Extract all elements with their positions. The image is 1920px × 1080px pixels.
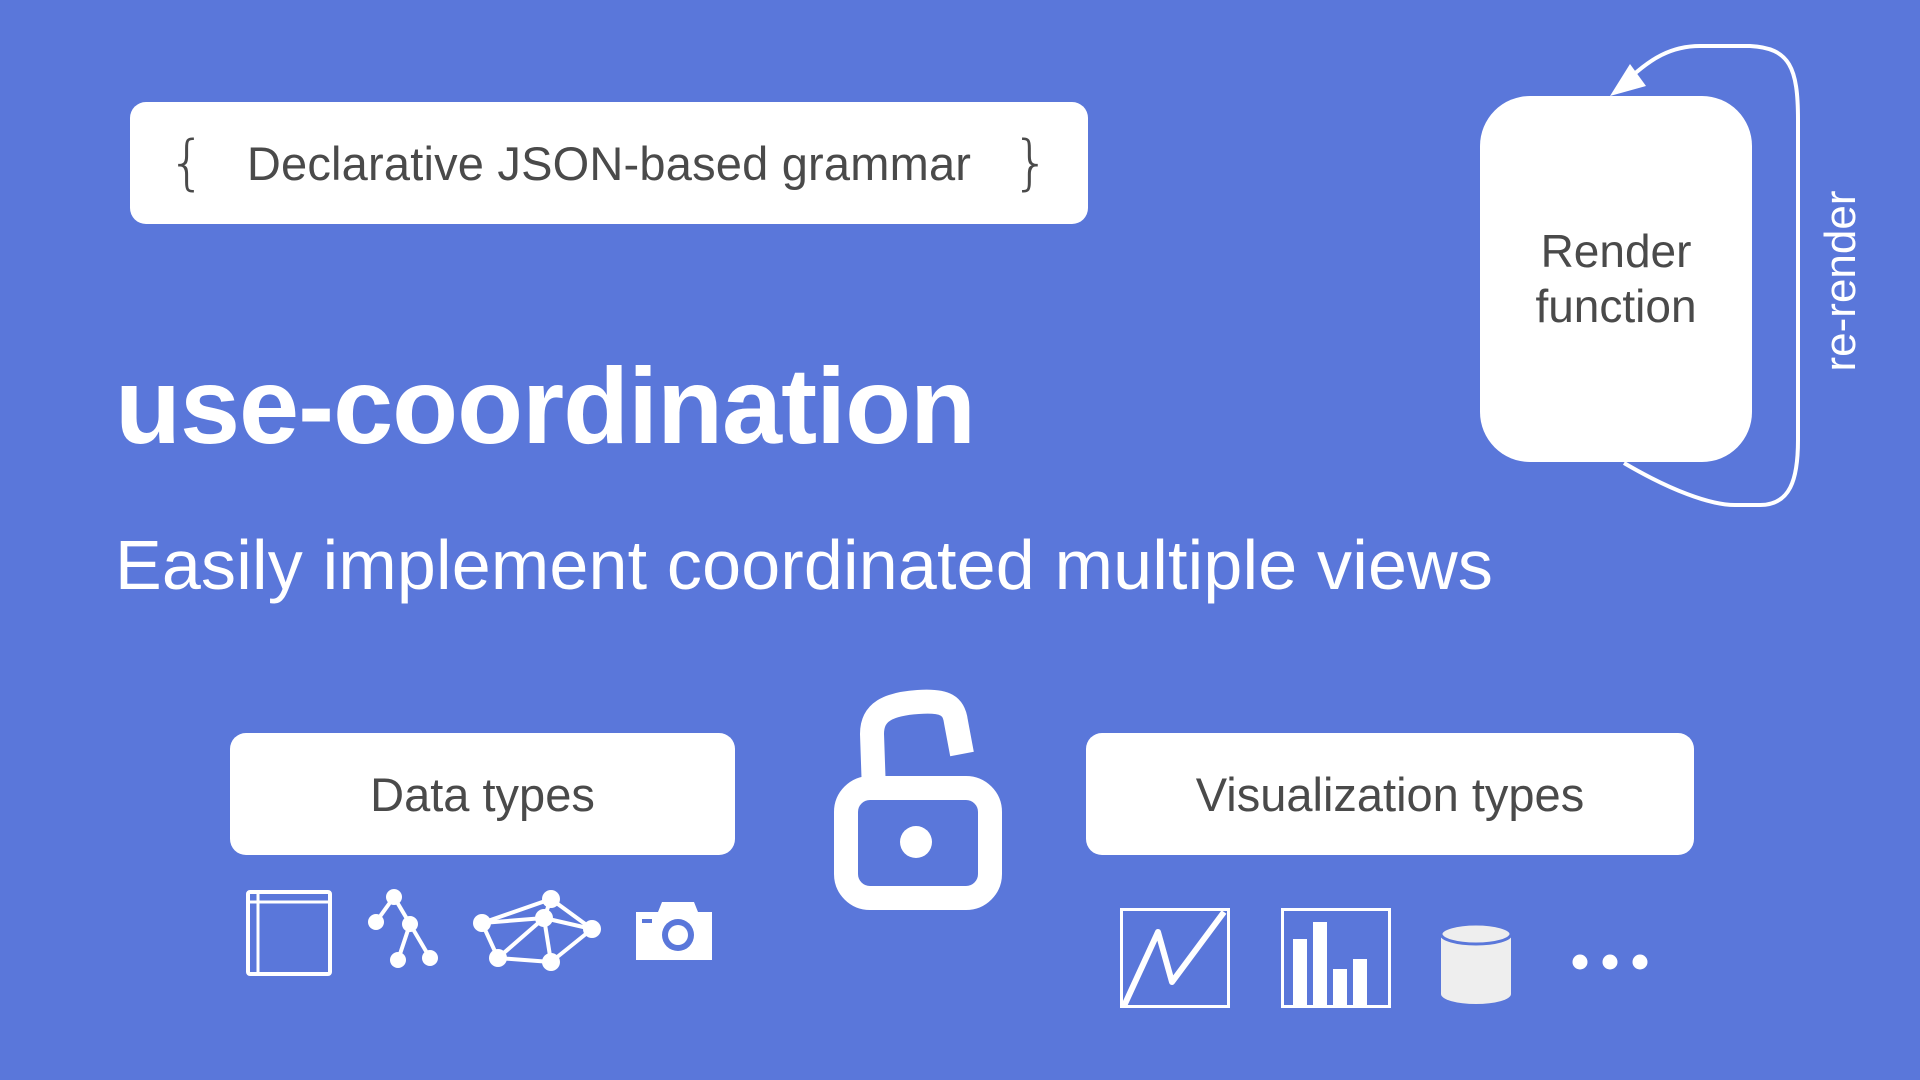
visualization-types-card: Visualization types bbox=[1086, 733, 1694, 855]
cylinder-3d-icon bbox=[1439, 922, 1513, 1004]
tree-icon bbox=[368, 889, 438, 968]
line-chart-icon bbox=[1120, 908, 1230, 1008]
graph-network-icon bbox=[473, 890, 601, 971]
bar-2 bbox=[1313, 922, 1327, 1007]
ellipsis-icon bbox=[1572, 954, 1648, 970]
render-function-label-line1: Render bbox=[1540, 224, 1692, 277]
data-types-label: Data types bbox=[370, 767, 595, 821]
bar-chart-icon bbox=[1281, 908, 1391, 1008]
json-grammar-label: Declarative JSON-based grammar bbox=[246, 136, 972, 190]
open-brace: { bbox=[168, 128, 207, 198]
render-function-label-line2: function bbox=[1535, 280, 1697, 332]
bar-1 bbox=[1293, 939, 1307, 1007]
page-subtitle: Easily implement coordinated multiple vi… bbox=[115, 526, 1494, 604]
bar-3 bbox=[1333, 969, 1347, 1007]
camera-image-icon bbox=[636, 902, 712, 960]
padlock-keyhole bbox=[900, 826, 932, 858]
bar-4 bbox=[1353, 959, 1367, 1007]
json-grammar-card: { Declarative JSON-based grammar } bbox=[130, 102, 1088, 224]
visualization-types-label: Visualization types bbox=[1195, 767, 1585, 821]
rerender-arrowhead bbox=[1610, 64, 1646, 96]
unlocked-padlock-icon bbox=[834, 689, 1002, 910]
data-types-card: Data types bbox=[230, 733, 735, 855]
page-title: use-coordination bbox=[115, 345, 976, 466]
table-icon bbox=[246, 890, 332, 976]
rerender-label: re-render bbox=[1816, 190, 1865, 372]
render-function-card: Render function bbox=[1480, 96, 1752, 462]
close-brace: } bbox=[1011, 128, 1050, 198]
